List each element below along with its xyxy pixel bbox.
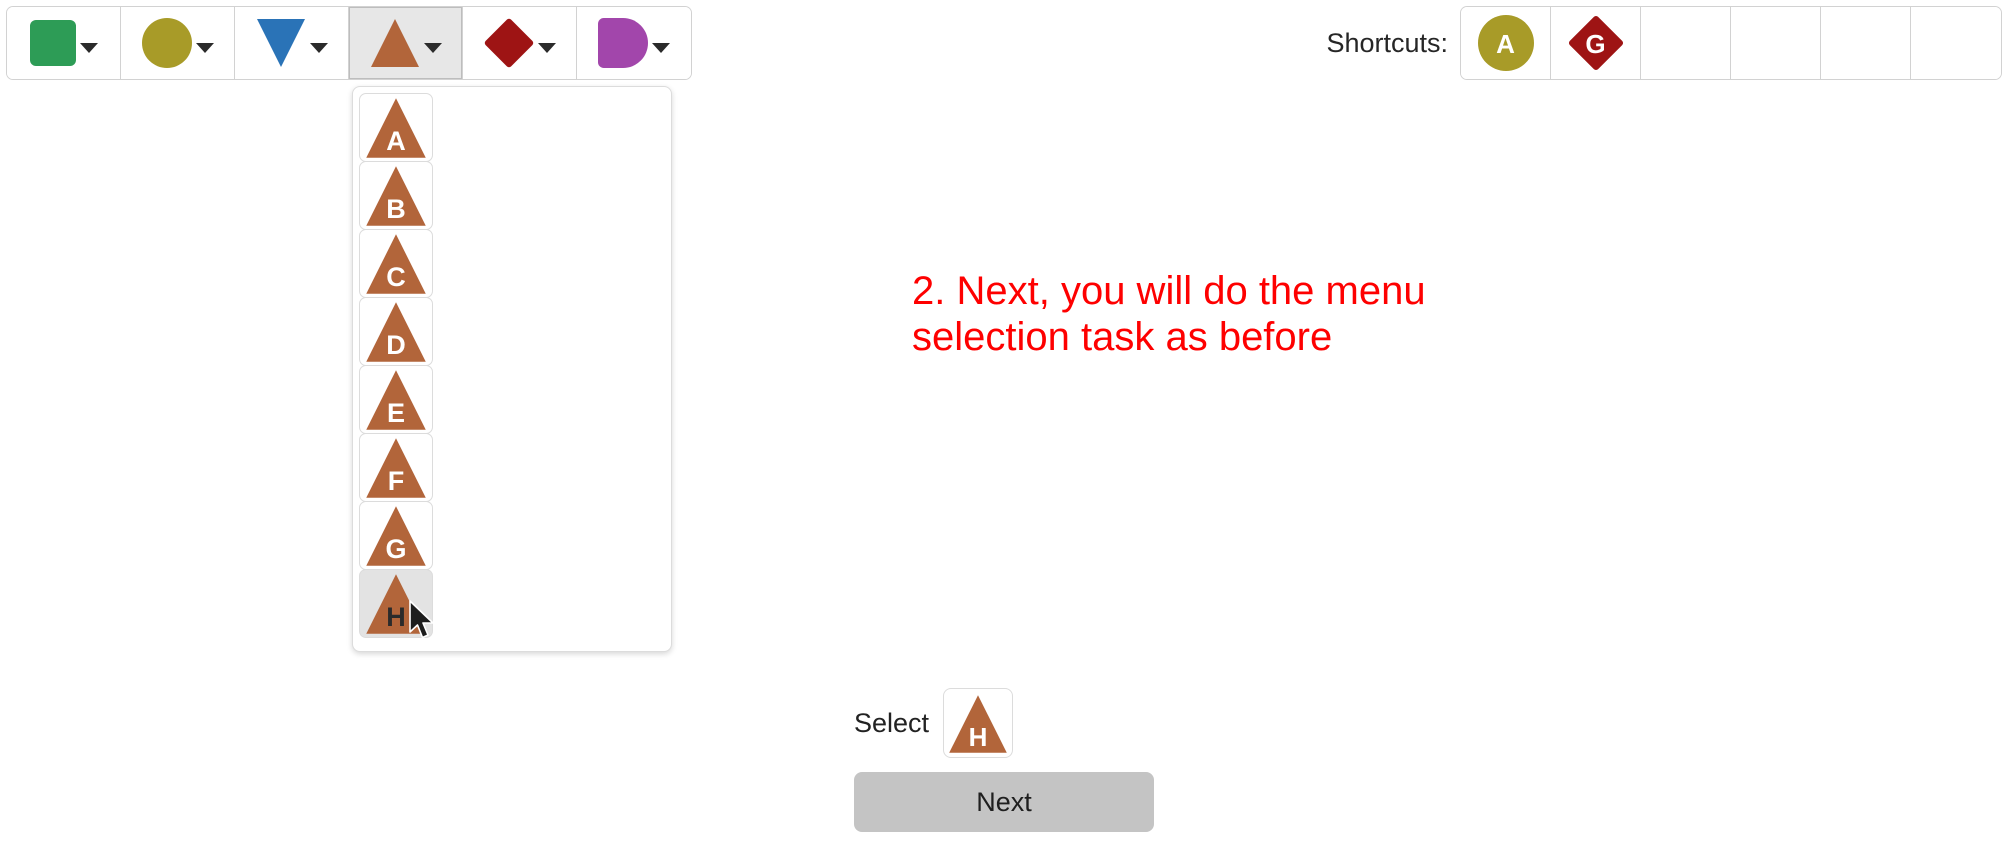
menu-item-b[interactable]: B xyxy=(359,161,433,230)
shortcuts-area: Shortcuts: AG xyxy=(1326,6,2002,80)
menu-item-f[interactable]: F xyxy=(359,433,433,502)
shortcut-cell-6[interactable] xyxy=(1911,7,2001,79)
triangle-up-shape-icon: C xyxy=(365,233,427,295)
circle-shape-icon: A xyxy=(1477,15,1534,71)
toolbar-cell-square[interactable] xyxy=(7,7,121,79)
triangle-up-shape-icon: G xyxy=(365,505,427,567)
triangle-down-shape-icon xyxy=(256,18,306,68)
toolbar-cell-dshape[interactable] xyxy=(577,7,691,79)
triangle-up-shape-icon xyxy=(370,18,420,68)
shortcut-cell-4[interactable] xyxy=(1731,7,1821,79)
instruction-text: 2. Next, you will do the menu selection … xyxy=(912,269,1426,360)
chevron-down-icon[interactable] xyxy=(195,43,214,53)
circle-shape-icon xyxy=(141,18,192,68)
triangle-up-shape-icon: H xyxy=(948,694,1008,754)
shape-toolbar xyxy=(6,6,692,80)
shortcut-cell-1[interactable]: A xyxy=(1461,7,1551,79)
triangle-up-shape-icon: E xyxy=(365,369,427,431)
shortcuts-bar: AG xyxy=(1460,6,2002,80)
triangle-up-shape-icon: A xyxy=(365,97,427,159)
mouse-pointer-icon xyxy=(408,600,438,642)
triangle-up-shape-icon: D xyxy=(365,301,427,363)
diamond-shape-icon xyxy=(483,17,534,69)
toolbar-cell-triangle-up[interactable] xyxy=(349,7,463,79)
select-label: Select xyxy=(854,707,930,738)
shortcut-cell-3[interactable] xyxy=(1641,7,1731,79)
menu-item-a[interactable]: A xyxy=(359,93,433,162)
target-shape-box: H xyxy=(943,688,1014,758)
toolbar-cell-circle[interactable] xyxy=(121,7,235,79)
chevron-down-icon[interactable] xyxy=(652,43,670,53)
triangle-dropdown-menu: ABCDEFGH xyxy=(352,86,672,652)
menu-item-c[interactable]: C xyxy=(359,229,433,298)
select-prompt: Select H xyxy=(854,688,1014,758)
chevron-down-icon[interactable] xyxy=(79,43,98,53)
chevron-down-icon[interactable] xyxy=(423,43,442,53)
triangle-up-shape-icon: F xyxy=(365,437,427,499)
chevron-down-icon[interactable] xyxy=(309,43,328,53)
shortcut-cell-5[interactable] xyxy=(1821,7,1911,79)
toolbar-cell-triangle-down[interactable] xyxy=(235,7,349,79)
app-root: ABCDEFGH Shortcuts: AG 2. Next, you will… xyxy=(0,0,2008,842)
chevron-down-icon[interactable] xyxy=(537,43,556,53)
shortcuts-label: Shortcuts: xyxy=(1326,27,1448,58)
menu-item-e[interactable]: E xyxy=(359,365,433,434)
diamond-shape-icon: G xyxy=(1567,14,1624,72)
menu-item-d[interactable]: D xyxy=(359,297,433,366)
menu-item-g[interactable]: G xyxy=(359,501,433,570)
triangle-up-shape-icon: B xyxy=(365,165,427,227)
next-button[interactable]: Next xyxy=(854,772,1154,832)
dshape-shape-icon xyxy=(598,18,648,68)
square-shape-icon xyxy=(29,20,76,66)
menu-item-list: ABCDEFGH xyxy=(359,93,433,638)
shortcut-cell-2[interactable]: G xyxy=(1551,7,1641,79)
toolbar-cell-diamond[interactable] xyxy=(463,7,577,79)
